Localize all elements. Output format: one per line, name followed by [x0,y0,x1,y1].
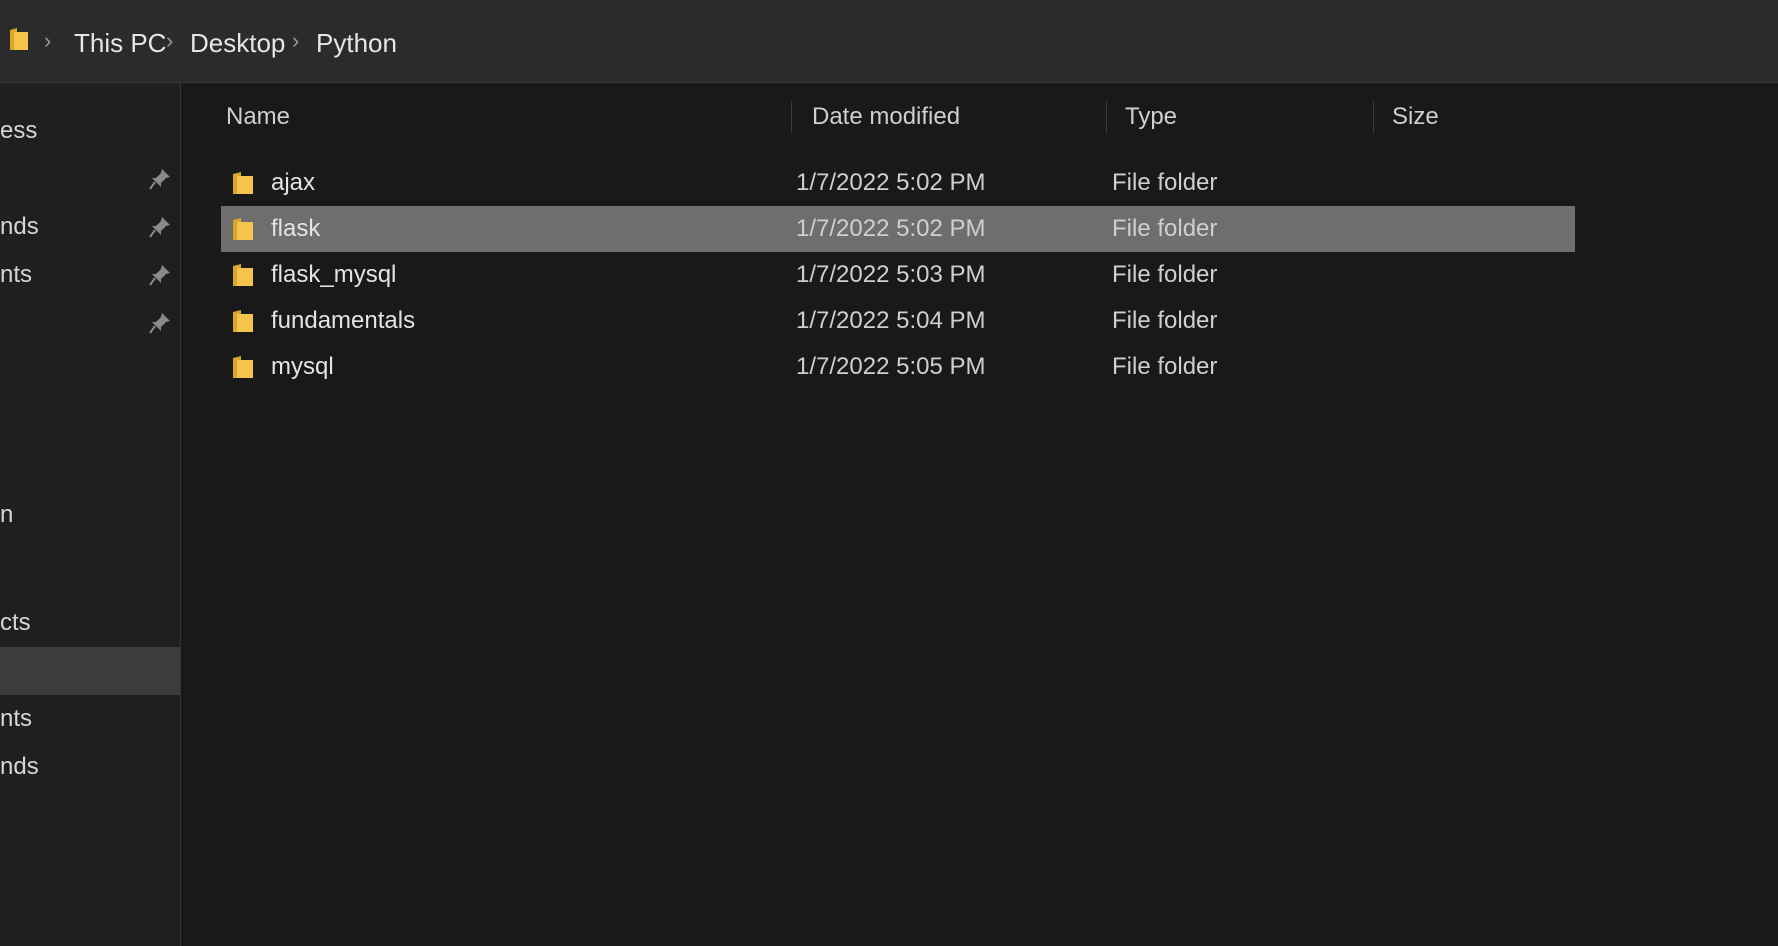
folder-icon [10,28,28,50]
pin-icon [149,169,170,190]
file-date-modified: 1/7/2022 5:03 PM [796,261,986,288]
column-header-size[interactable]: Size [1392,103,1439,131]
breadcrumb-desktop[interactable]: Desktop [190,28,285,59]
file-row-flask[interactable]: flask 1/7/2022 5:02 PM File folder [221,206,1575,252]
file-date-modified: 1/7/2022 5:02 PM [796,215,986,242]
file-name: flask [271,215,321,242]
pin-icon [149,313,170,334]
column-header-date-modified[interactable]: Date modified [812,103,960,131]
file-name: flask_mysql [271,261,397,288]
sidebar-item-desktop[interactable] [0,647,180,695]
breadcrumb-this-pc[interactable]: This PC [74,28,166,59]
file-row-mysql[interactable]: mysql 1/7/2022 5:05 PM File folder [221,344,1575,390]
sidebar-item-label: nts [0,261,33,288]
folder-icon [233,172,253,194]
file-row-fundamentals[interactable]: fundamentals 1/7/2022 5:04 PM File folde… [221,298,1575,344]
sidebar-item-label: cts [0,609,31,636]
sidebar-item-label: n [0,501,14,528]
file-list[interactable]: Name Date modified Type Size ajax 1/7/20… [181,83,1778,946]
sidebar-item-documents-2[interactable]: nts [0,695,180,743]
folder-icon [233,218,253,240]
file-type: File folder [1112,353,1218,380]
column-divider[interactable] [791,101,792,133]
breadcrumb-separator-icon: › [166,28,174,53]
file-row-ajax[interactable]: ajax 1/7/2022 5:02 PM File folder [221,160,1575,206]
column-header-name[interactable]: Name [226,103,290,131]
sidebar-item-label: nts [0,705,33,732]
pin-icon [149,217,170,238]
breadcrumb-python[interactable]: Python [316,28,397,59]
sidebar-item-n[interactable]: n [0,491,180,539]
sidebar-item-pinned-1[interactable] [0,155,180,203]
folder-icon [233,356,253,378]
file-name: ajax [271,169,316,196]
sidebar-item-label: nds [0,753,39,780]
address-bar[interactable]: › This PC › Desktop › Python [0,0,1778,83]
file-type: File folder [1112,307,1218,334]
breadcrumb-separator-icon: › [292,28,300,53]
file-name: fundamentals [271,307,416,334]
sidebar-item-objects[interactable]: cts [0,599,180,647]
file-row-flask-mysql[interactable]: flask_mysql 1/7/2022 5:03 PM File folder [221,252,1575,298]
column-divider[interactable] [1106,101,1107,133]
sidebar-item-label: nds [0,213,39,240]
sidebar-item-pinned-4[interactable] [0,299,180,347]
file-type: File folder [1112,261,1218,288]
file-type: File folder [1112,215,1218,242]
sidebar-item-downloads-2[interactable]: nds [0,743,180,791]
sidebar-item-downloads[interactable]: nds [0,203,180,251]
file-date-modified: 1/7/2022 5:04 PM [796,307,986,334]
navigation-pane[interactable]: ess nds nts n cts nts nds [0,83,181,946]
sidebar-item-documents[interactable]: nts [0,251,180,299]
folder-icon [233,264,253,286]
column-divider[interactable] [1373,101,1374,133]
pin-icon [149,265,170,286]
file-name: mysql [271,353,334,380]
file-date-modified: 1/7/2022 5:02 PM [796,169,986,196]
sidebar-item-label: ess [0,117,38,144]
column-header-type[interactable]: Type [1125,103,1177,131]
folder-icon [233,310,253,332]
file-date-modified: 1/7/2022 5:05 PM [796,353,986,380]
breadcrumb-separator-icon: › [44,28,52,53]
sidebar-item-quick-access[interactable]: ess [0,107,180,155]
file-explorer-window: › This PC › Desktop › Python ess nds nts… [0,0,1778,946]
file-type: File folder [1112,169,1218,196]
